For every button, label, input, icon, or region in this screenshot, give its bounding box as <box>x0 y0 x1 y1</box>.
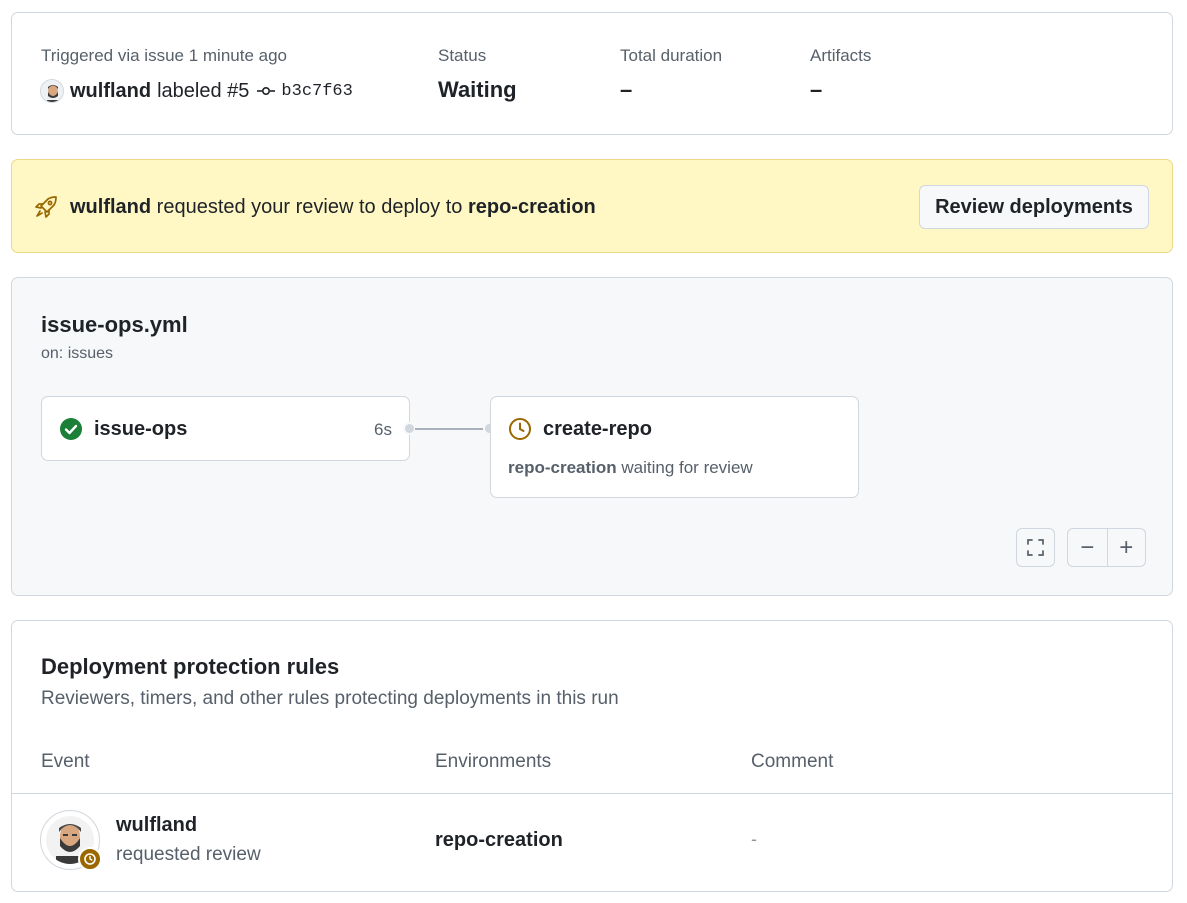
status-value: Waiting <box>438 77 517 102</box>
job-duration: 6s <box>374 420 392 439</box>
trigger-label: Triggered via issue 1 minute ago <box>41 46 288 65</box>
zoom-controls: − + <box>1067 528 1146 567</box>
review-request-banner: wulfland requested your review to deploy… <box>11 159 1173 253</box>
status-label: Status <box>438 46 487 65</box>
actor-avatar[interactable] <box>40 79 64 103</box>
job-waiting-text: waiting for review <box>616 458 753 477</box>
row-environment: repo-creation <box>435 829 563 851</box>
duration-label: Total duration <box>620 46 723 65</box>
job-environment: repo-creation <box>508 458 617 477</box>
banner-message: wulfland requested your review to deploy… <box>70 196 596 219</box>
job-create-repo[interactable]: create-repo repo-creation waiting for re… <box>490 396 859 498</box>
rocket-icon <box>34 195 58 224</box>
fullscreen-button[interactable] <box>1016 528 1055 567</box>
graph-connector <box>415 428 485 430</box>
job-status-text: repo-creation waiting for review <box>508 458 753 478</box>
banner-middle-text: requested your review to deploy to <box>151 196 468 218</box>
duration-value: – <box>620 77 633 102</box>
row-user[interactable]: wulfland <box>116 814 197 837</box>
fullscreen-icon <box>1027 539 1044 556</box>
trigger-row: wulfland labeled #5 b3c7f63 <box>40 77 353 105</box>
run-summary-card: Triggered via issue 1 minute ago wulflan… <box>11 12 1173 135</box>
protection-rules-card: Deployment protection rules Reviewers, t… <box>11 620 1173 892</box>
clock-icon <box>78 847 102 871</box>
check-circle-icon <box>59 417 83 446</box>
workflow-graph: issue-ops.yml on: issues issue-ops 6s cr… <box>11 277 1173 596</box>
workflow-trigger: on: issues <box>41 345 114 362</box>
clock-icon <box>508 417 532 446</box>
row-comment: - <box>751 829 757 849</box>
banner-user[interactable]: wulfland <box>70 196 151 218</box>
column-header-event: Event <box>41 751 90 772</box>
column-header-environments: Environments <box>435 751 552 772</box>
job-issue-ops[interactable]: issue-ops 6s <box>41 396 410 461</box>
review-deployments-button[interactable]: Review deployments <box>919 185 1149 229</box>
actor-name[interactable]: wulfland <box>70 80 151 103</box>
artifacts-label: Artifacts <box>810 46 872 65</box>
trigger-action[interactable]: labeled #5 <box>157 80 249 103</box>
workflow-file-name[interactable]: issue-ops.yml <box>41 312 188 338</box>
rules-description: Reviewers, timers, and other rules prote… <box>41 688 619 709</box>
row-action: requested review <box>116 844 261 865</box>
job-name: create-repo <box>543 418 652 440</box>
column-header-comment: Comment <box>751 751 834 772</box>
commit-sha-link[interactable]: b3c7f63 <box>281 82 352 101</box>
banner-environment: repo-creation <box>467 196 596 218</box>
git-commit-icon <box>257 80 276 103</box>
zoom-out-button[interactable]: − <box>1068 529 1107 566</box>
job-name: issue-ops <box>94 418 188 440</box>
table-divider <box>12 793 1172 794</box>
rules-title: Deployment protection rules <box>41 654 340 679</box>
zoom-in-button[interactable]: + <box>1106 529 1146 566</box>
artifacts-value: – <box>810 77 823 102</box>
